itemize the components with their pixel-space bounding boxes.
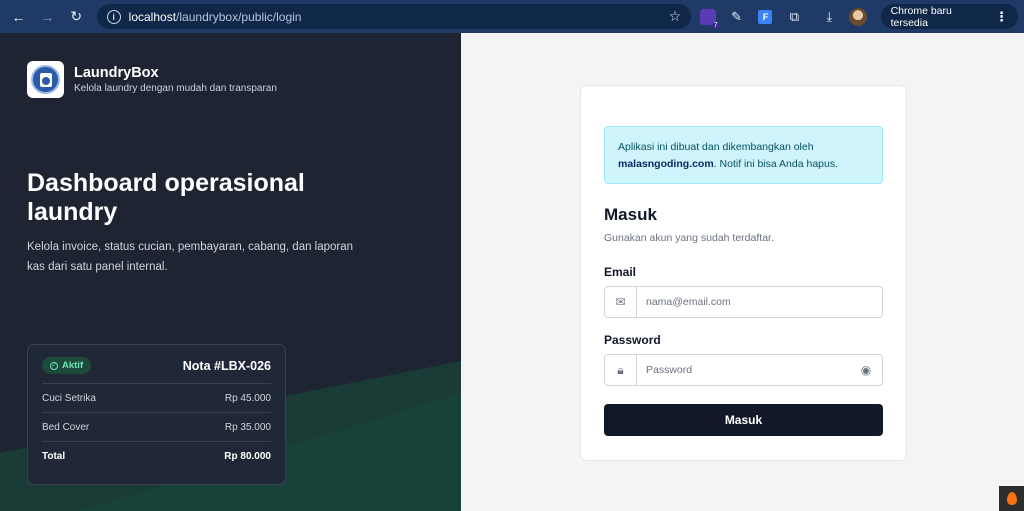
chrome-update-button[interactable]: Chrome baru tersedia ⋮ [880, 4, 1018, 29]
nota-title: Nota #LBX-026 [182, 358, 271, 373]
nota-item-name: Bed Cover [42, 421, 90, 433]
hero-panel: LaundryBox Kelola laundry dengan mudah d… [0, 33, 461, 511]
info-notice: Aplikasi ini dibuat dan dikembangkan ole… [604, 126, 883, 184]
download-icon[interactable]: ⤓ [817, 4, 842, 30]
url-path: /laundrybox/public/login [176, 9, 302, 24]
notice-text-after: . Notif ini bisa Anda hapus. [713, 158, 839, 170]
nota-item: Cuci Setrika Rp 45.000 [42, 383, 271, 412]
brand-tagline: Kelola laundry dengan mudah dan transpar… [74, 83, 277, 94]
browser-toolbar: ← → ↻ i localhost/laundrybox/public/logi… [0, 0, 1024, 33]
puzzle-extensions-icon[interactable]: ⧉ [782, 4, 807, 30]
login-subtitle: Gunakan akun yang sudah terdaftar. [604, 232, 774, 244]
notice-text: Aplikasi ini dibuat dan dikembangkan ole… [618, 141, 814, 153]
notice-link[interactable]: malasngoding.com [618, 158, 714, 170]
status-badge: ✓ Aktif [42, 357, 92, 374]
nota-total: Total Rp 80.000 [42, 441, 271, 470]
brand: LaundryBox Kelola laundry dengan mudah d… [27, 61, 277, 98]
profile-avatar[interactable] [846, 4, 871, 30]
extension-f[interactable]: F [753, 4, 778, 30]
extension-badge-count: 7 [711, 21, 720, 29]
nota-card: ✓ Aktif Nota #LBX-026 Cuci Setrika Rp 45… [27, 344, 286, 485]
eyedropper-icon[interactable]: ✎ [724, 4, 749, 30]
nota-item-price: Rp 45.000 [224, 392, 271, 404]
nota-item-name: Cuci Setrika [42, 392, 96, 404]
login-card: Aplikasi ini dibuat dan dikembangkan ole… [580, 85, 907, 461]
check-circle-icon: ✓ [50, 361, 58, 370]
flame-icon [1006, 492, 1017, 505]
password-label: Password [604, 333, 661, 347]
brand-name: LaundryBox [74, 65, 159, 81]
back-button[interactable]: ← [6, 4, 31, 30]
login-button[interactable]: Masuk [604, 404, 883, 436]
extension-purple[interactable]: 7 [695, 4, 720, 30]
lock-icon: 🔒︎ [605, 355, 637, 385]
washing-machine-icon [39, 72, 52, 87]
bookmark-star-icon[interactable]: ☆ [669, 8, 682, 25]
hero-title: Dashboard operasional laundry [27, 169, 305, 226]
extension-f-icon: F [758, 9, 773, 24]
envelope-icon: ✉ [605, 287, 637, 317]
nota-total-label: Total [42, 450, 66, 462]
eye-icon[interactable]: ◉ [850, 363, 882, 377]
status-badge-label: Aktif [62, 360, 84, 371]
login-title: Masuk [604, 205, 657, 224]
address-bar[interactable]: i localhost/laundrybox/public/login ☆ [96, 4, 692, 29]
nota-item-price: Rp 35.000 [224, 421, 271, 433]
hero-subtitle: Kelola invoice, status cucian, pembayara… [27, 241, 354, 273]
email-field[interactable] [637, 287, 882, 317]
site-info-icon[interactable]: i [106, 9, 121, 24]
laundrybox-logo [27, 61, 64, 98]
email-field-group: ✉ [604, 286, 883, 318]
avatar [849, 7, 868, 26]
password-field[interactable] [637, 355, 850, 385]
debug-toolbar-button[interactable] [999, 486, 1024, 511]
update-label: Chrome baru tersedia [890, 4, 952, 29]
password-field-group: 🔒︎ ◉ [604, 354, 883, 386]
kebab-menu-icon[interactable]: ⋮ [995, 9, 1008, 25]
forward-button[interactable]: → [35, 4, 60, 30]
nota-total-value: Rp 80.000 [224, 450, 271, 462]
url-host: localhost [128, 9, 177, 24]
reload-button[interactable]: ↻ [64, 4, 89, 30]
nota-item: Bed Cover Rp 35.000 [42, 412, 271, 441]
extension-purple-icon: 7 [699, 8, 720, 29]
email-label: Email [604, 265, 637, 279]
